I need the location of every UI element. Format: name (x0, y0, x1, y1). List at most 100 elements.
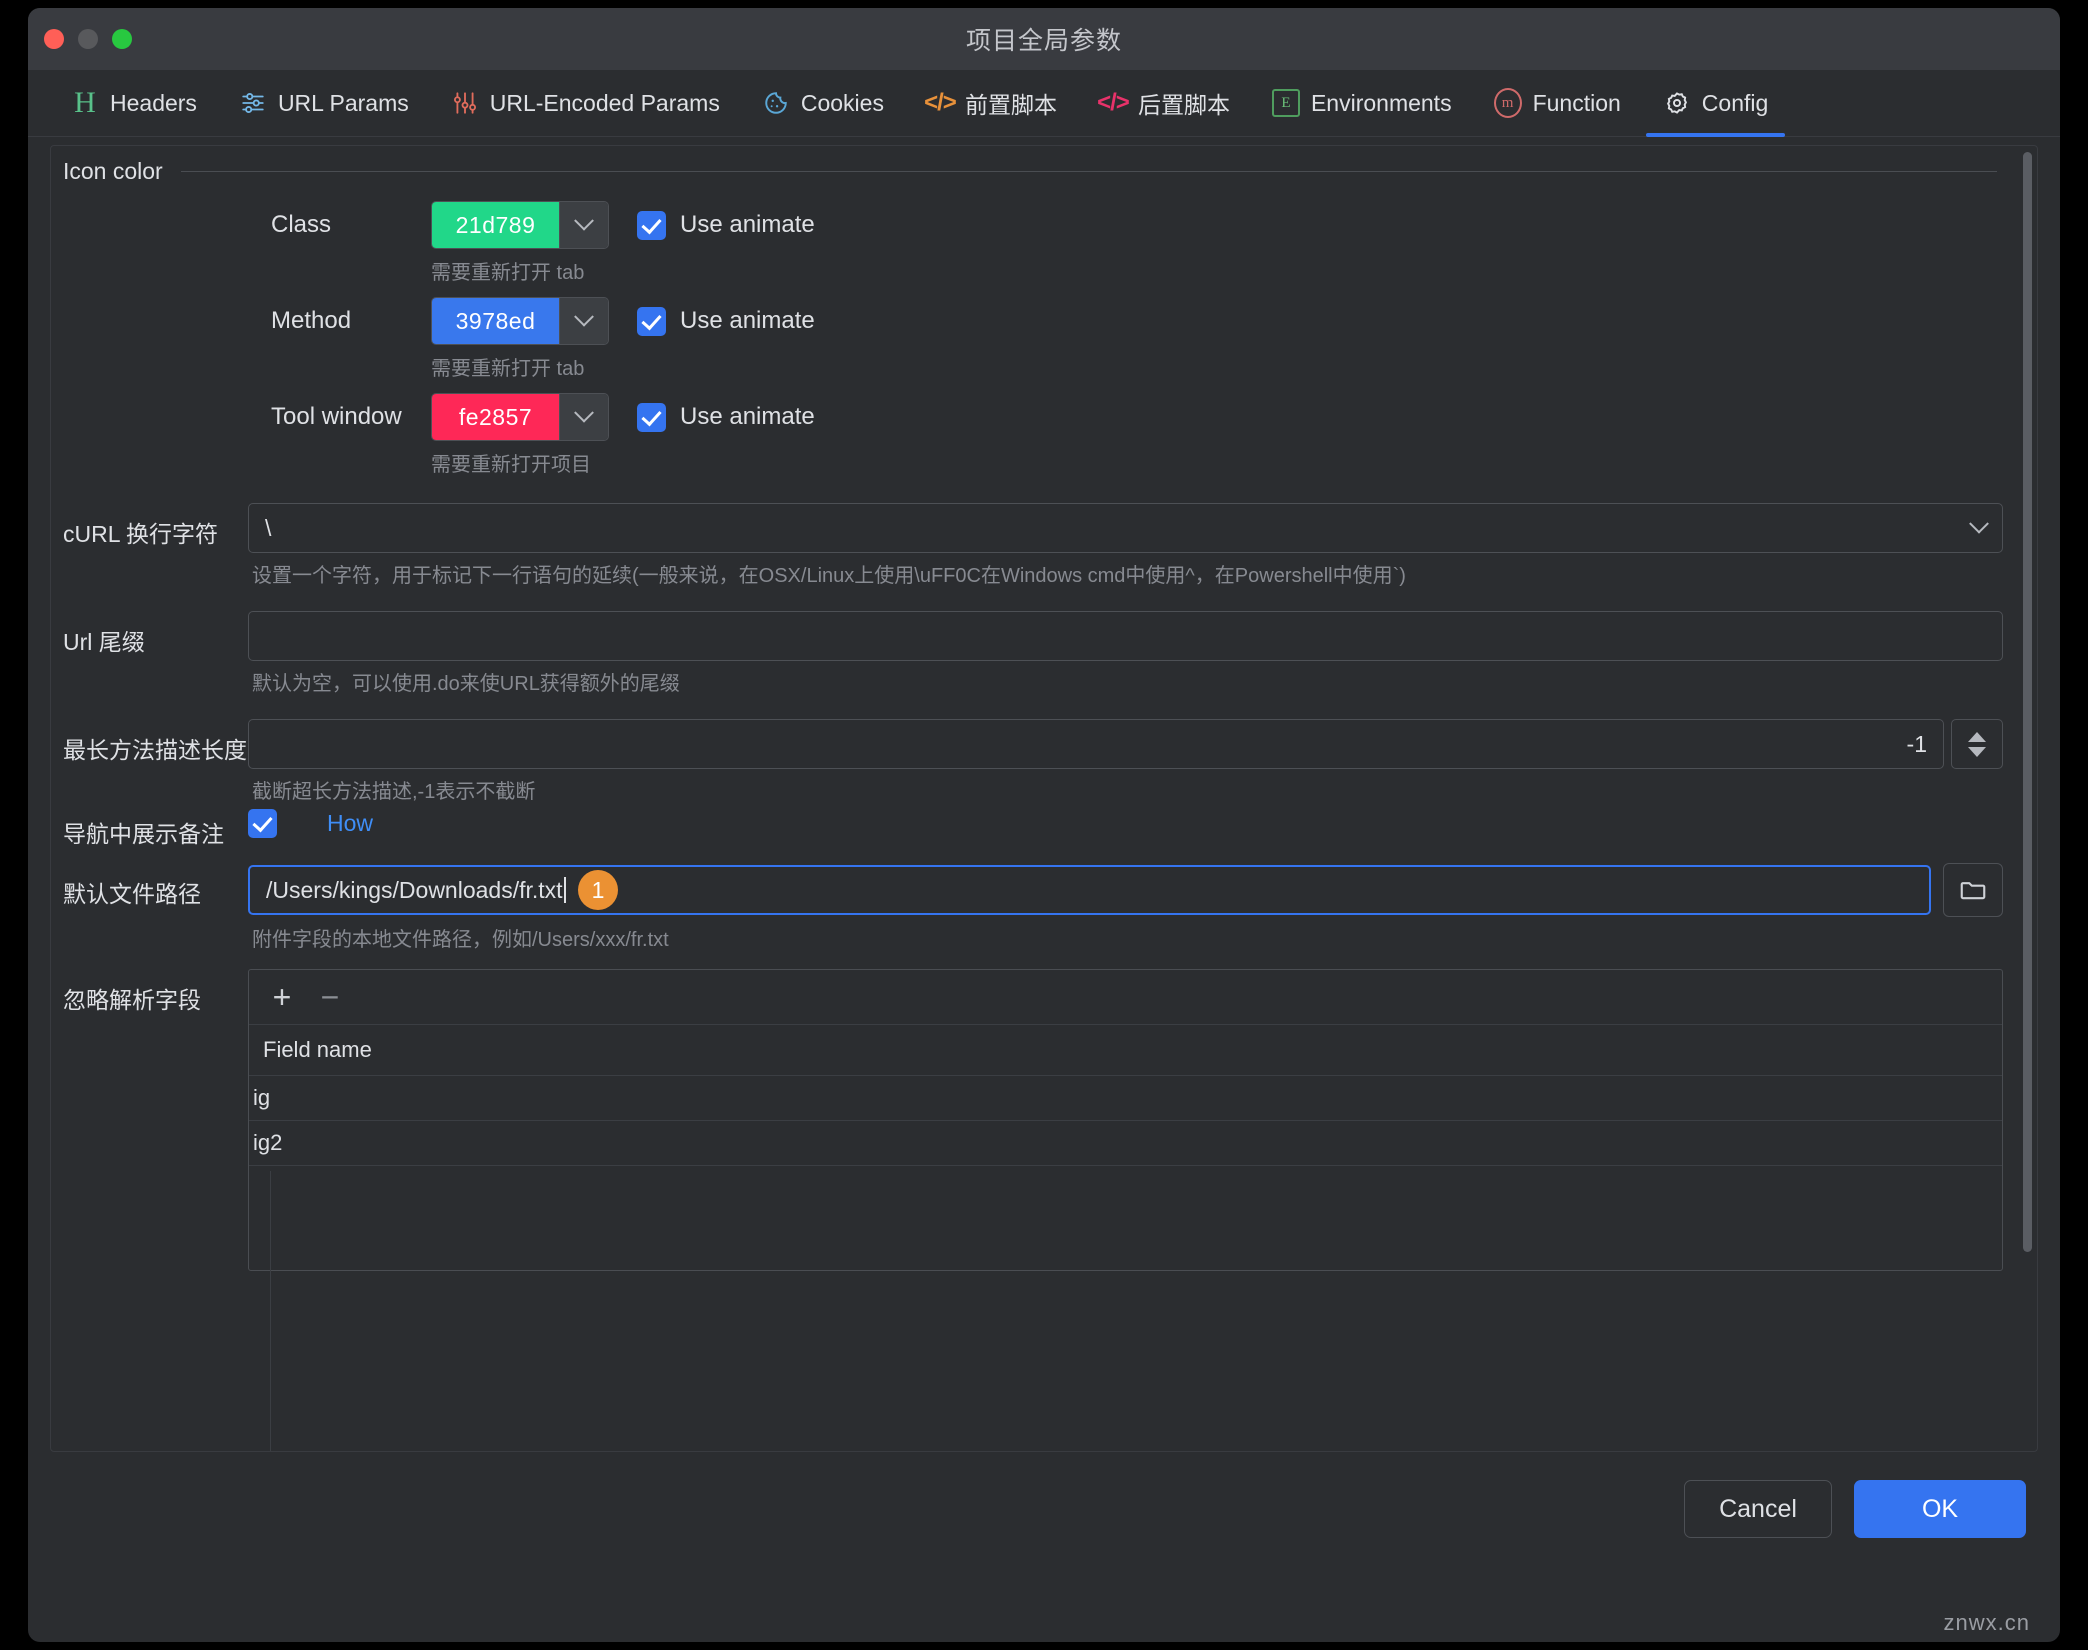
nav-show-comment-checkbox[interactable] (248, 809, 277, 838)
scrollbar-thumb[interactable] (2023, 152, 2032, 1252)
curl-newline-dropdown-arrow[interactable] (1969, 514, 1989, 534)
tool-window-color-value[interactable]: fe2857 (432, 394, 559, 440)
tab-bar: H Headers URL Params (28, 70, 2060, 137)
class-use-animate-checkbox[interactable] (637, 211, 666, 240)
ignore-fields-toolbar: + − (249, 970, 2002, 1025)
tab-url-params-label: URL Params (278, 90, 409, 117)
gear-icon (1663, 89, 1691, 117)
class-color-combo[interactable]: 21d789 (431, 201, 609, 249)
default-file-path-label: 默认文件路径 (63, 863, 248, 909)
ignore-fields-table: + − Field name ig ig2 (248, 969, 2003, 1271)
method-color-value[interactable]: 3978ed (432, 298, 559, 344)
field-name-cell: ig2 (253, 1130, 282, 1156)
class-label: Class (271, 211, 431, 239)
class-use-animate[interactable]: Use animate (637, 211, 815, 240)
icon-color-label: Icon color (63, 158, 163, 185)
tab-function[interactable]: m Function (1473, 70, 1642, 136)
spin-down-icon[interactable] (1968, 747, 1986, 757)
method-use-animate-label: Use animate (680, 307, 815, 335)
browse-file-button[interactable] (1943, 863, 2003, 917)
default-file-path-controls: /Users/kings/Downloads/fr.txt 1 (248, 863, 2003, 917)
icon-color-row-class: Class 21d789 Use animate (51, 193, 2037, 257)
title-bar: 项目全局参数 (28, 8, 2060, 70)
url-suffix-label: Url 尾缀 (63, 611, 248, 657)
method-label: Method (271, 307, 431, 335)
tab-url-params[interactable]: URL Params (218, 70, 430, 136)
tab-config-label: Config (1702, 90, 1768, 117)
cancel-button[interactable]: Cancel (1684, 1480, 1832, 1538)
class-color-dropdown-arrow[interactable] (559, 202, 608, 248)
spin-up-icon[interactable] (1968, 732, 1986, 742)
default-file-path-hint: 附件字段的本地文件路径，例如/Users/xxx/fr.txt (248, 917, 2003, 955)
method-color-combo[interactable]: 3978ed (431, 297, 609, 345)
max-method-desc-row: 最长方法描述长度 -1 截断超长方法描述,-1表示不截断 (51, 719, 2037, 807)
tool-window-hint: 需要重新打开项目 (51, 449, 2037, 481)
tab-headers-label: Headers (110, 90, 197, 117)
icon-color-section-header: Icon color (51, 146, 2037, 185)
table-row[interactable]: ig2 (249, 1121, 2002, 1166)
default-file-path-value: /Users/kings/Downloads/fr.txt (266, 877, 563, 904)
tool-window-color-combo[interactable]: fe2857 (431, 393, 609, 441)
ignore-fields-row: 忽略解析字段 + − Field name ig (51, 969, 2037, 1271)
section-divider (181, 171, 1997, 172)
nav-show-comment-how-link[interactable]: How (327, 810, 373, 837)
nav-show-comment-label: 导航中展示备注 (63, 803, 248, 849)
tab-headers[interactable]: H Headers (50, 70, 218, 136)
minimize-window-button[interactable] (78, 29, 98, 49)
code-tag-pink-icon: </> (1099, 89, 1127, 117)
tab-config[interactable]: Config (1642, 70, 1789, 136)
max-method-desc-spin-buttons[interactable] (1951, 719, 2003, 769)
max-method-desc-label: 最长方法描述长度 (63, 719, 248, 765)
method-use-animate[interactable]: Use animate (637, 307, 815, 336)
curl-newline-value: \ (265, 515, 271, 542)
dialog-title: 项目全局参数 (966, 21, 1122, 57)
tab-url-encoded-params[interactable]: URL-Encoded Params (430, 70, 741, 136)
remove-field-button[interactable]: − (317, 981, 343, 1013)
table-row[interactable]: ig (249, 1076, 2002, 1121)
method-use-animate-checkbox[interactable] (637, 307, 666, 336)
tab-post-script-label: 后置脚本 (1138, 86, 1230, 120)
label-column-divider (270, 1171, 271, 1451)
tab-cookies[interactable]: Cookies (741, 70, 905, 136)
cookie-icon (762, 89, 790, 117)
sliders-red-icon (451, 89, 479, 117)
default-file-path-input[interactable]: /Users/kings/Downloads/fr.txt (248, 865, 1931, 915)
tab-environments[interactable]: E Environments (1251, 70, 1473, 136)
traffic-light-buttons[interactable] (44, 29, 132, 49)
max-method-desc-value: -1 (1907, 731, 1927, 758)
max-method-desc-stepper[interactable]: -1 (248, 719, 2003, 769)
step-badge-1: 1 (578, 870, 618, 910)
code-tag-orange-icon: </> (926, 89, 954, 117)
method-color-dropdown-arrow[interactable] (559, 298, 608, 344)
url-suffix-input[interactable] (248, 611, 2003, 661)
max-method-desc-hint: 截断超长方法描述,-1表示不截断 (248, 769, 2003, 807)
tool-window-label: Tool window (271, 403, 431, 431)
environment-e-icon: E (1272, 89, 1300, 117)
tab-url-encoded-params-label: URL-Encoded Params (490, 90, 720, 117)
header-h-icon: H (71, 89, 99, 117)
tool-window-color-dropdown-arrow[interactable] (559, 394, 608, 440)
tab-pre-script[interactable]: </> 前置脚本 (905, 70, 1078, 136)
tool-window-use-animate-checkbox[interactable] (637, 403, 666, 432)
tab-cookies-label: Cookies (801, 90, 884, 117)
url-suffix-row: Url 尾缀 默认为空，可以使用.do来使URL获得额外的尾缀 (51, 611, 2037, 699)
icon-color-grid: Class 21d789 Use animate 需要重新打开 tab Meth… (51, 185, 2037, 1271)
max-method-desc-input[interactable]: -1 (248, 719, 1944, 769)
tool-window-use-animate[interactable]: Use animate (637, 403, 815, 432)
curl-newline-input[interactable]: \ (248, 503, 2003, 553)
tab-environments-label: Environments (1311, 90, 1452, 117)
method-hint: 需要重新打开 tab (51, 353, 2037, 385)
tab-post-script[interactable]: </> 后置脚本 (1078, 70, 1251, 136)
icon-color-row-method: Method 3978ed Use animate (51, 289, 2037, 353)
add-field-button[interactable]: + (269, 981, 295, 1013)
class-color-value[interactable]: 21d789 (432, 202, 559, 248)
vertical-scrollbar[interactable] (2021, 152, 2033, 1442)
class-hint: 需要重新打开 tab (51, 257, 2037, 289)
watermark: znwx.cn (1944, 1610, 2030, 1636)
icon-color-row-tool-window: Tool window fe2857 Use animate (51, 385, 2037, 449)
curl-newline-hint: 设置一个字符，用于标记下一行语句的延续(一般来说，在OSX/Linux上使用\u… (248, 553, 1522, 591)
zoom-window-button[interactable] (112, 29, 132, 49)
close-window-button[interactable] (44, 29, 64, 49)
class-use-animate-label: Use animate (680, 211, 815, 239)
ok-button[interactable]: OK (1854, 1480, 2026, 1538)
